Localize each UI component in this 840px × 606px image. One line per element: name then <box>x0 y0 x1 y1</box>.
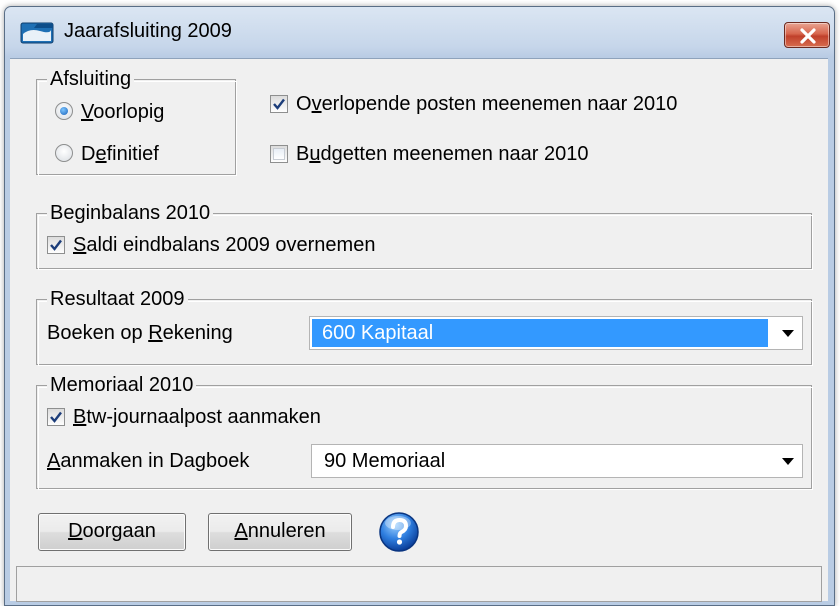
radio-selected-dot <box>60 107 68 115</box>
annuleren-button[interactable]: Annuleren <box>208 513 352 551</box>
radio-voorlopig-label: Voorlopig <box>81 101 165 123</box>
close-icon <box>800 28 816 44</box>
memoriaal-legend: Memoriaal 2010 <box>47 374 197 396</box>
beginbalans-group: Beginbalans 2010 Saldi eindbalans 2009 o… <box>36 202 813 270</box>
dagboek-label: Aanmaken in Dagboek <box>47 450 250 472</box>
overlopende-checkbox[interactable] <box>270 95 288 113</box>
overlopende-label: Overlopende posten meenemen naar 2010 <box>296 93 678 115</box>
radio-voorlopig-button[interactable] <box>55 102 73 120</box>
btw-checkbox[interactable] <box>47 408 65 426</box>
check-icon <box>273 98 285 110</box>
afsluiting-legend: Afsluiting <box>47 68 135 90</box>
afsluiting-group: Afsluiting Voorlopig Definitief <box>36 68 237 176</box>
rekening-select[interactable]: 600 Kapitaal <box>309 316 803 350</box>
budgetten-checkbox[interactable] <box>270 145 288 163</box>
check-icon <box>50 411 62 423</box>
budgetten-label: Budgetten meenemen naar 2010 <box>296 143 589 165</box>
help-icon[interactable] <box>378 511 420 558</box>
rekening-label: Boeken op Rekening <box>47 322 233 344</box>
dialog-window: Jaarafsluiting 2009 Afsluiting Voorlopig… <box>0 0 840 606</box>
client-area: Afsluiting Voorlopig Definitief Overlope… <box>10 58 828 602</box>
radio-definitief-label: Definitief <box>81 143 159 165</box>
saldi-label: Saldi eindbalans 2009 overnemen <box>73 234 376 256</box>
memoriaal-group: Memoriaal 2010 Btw-journaalpost aanmaken… <box>36 374 813 490</box>
resultaat-group: Resultaat 2009 Boeken op Rekening 600 Ka… <box>36 288 813 366</box>
title-bar[interactable]: Jaarafsluiting 2009 <box>6 8 832 54</box>
status-bar <box>16 566 822 602</box>
resultaat-legend: Resultaat 2009 <box>47 288 188 310</box>
window-title: Jaarafsluiting 2009 <box>64 20 232 42</box>
dagboek-select-value: 90 Memoriaal <box>324 450 446 472</box>
check-icon <box>50 239 62 251</box>
doorgaan-button[interactable]: Doorgaan <box>38 513 186 551</box>
radio-definitief-button[interactable] <box>55 144 73 162</box>
chevron-down-icon[interactable] <box>782 458 794 465</box>
btw-label: Btw-journaalpost aanmaken <box>73 406 321 428</box>
chevron-down-icon[interactable] <box>782 330 794 337</box>
saldi-checkbox[interactable] <box>47 236 65 254</box>
close-button[interactable] <box>784 22 830 48</box>
folder-icon <box>20 20 54 44</box>
dagboek-select[interactable]: 90 Memoriaal <box>311 444 803 478</box>
beginbalans-legend: Beginbalans 2010 <box>47 202 214 224</box>
rekening-select-value: 600 Kapitaal <box>312 319 768 347</box>
